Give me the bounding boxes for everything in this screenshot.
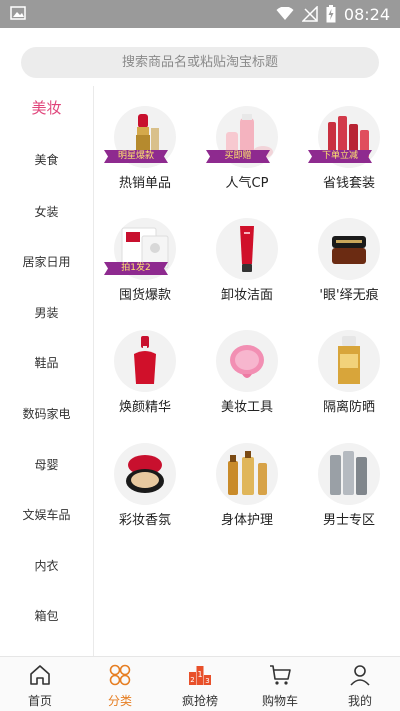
sidebar-item-food[interactable]: 美食 (0, 151, 93, 168)
category-popular-cp[interactable]: 买即赠 人气CP (196, 86, 298, 196)
category-mens-zone[interactable]: 男士专区 (298, 423, 400, 533)
category-serum[interactable]: 焕颜精华 (94, 310, 196, 420)
category-label: 人气CP (225, 176, 269, 191)
nav-label: 我的 (347, 694, 372, 708)
nav-home[interactable]: 首页 (0, 657, 80, 711)
wifi-icon (276, 7, 294, 20)
search-box[interactable] (21, 47, 379, 78)
eye-cream-jar-icon (318, 218, 380, 280)
category-label: 卸妆洁面 (220, 288, 273, 303)
sidebar-item-entertainment-auto[interactable]: 文娱车品 (0, 506, 93, 523)
sidebar-item-underwear[interactable]: 内衣 (0, 557, 93, 574)
svg-text:2: 2 (190, 676, 194, 684)
category-label: 隔离防晒 (322, 400, 375, 415)
no-signal-icon (301, 6, 318, 22)
ribbon-text: 下单立减 (321, 151, 358, 161)
mens-bottles-icon (318, 443, 380, 505)
category-label: 美妆工具 (220, 400, 273, 415)
nav-label: 购物车 (261, 694, 298, 708)
category-grid: 明星爆款 热销单品 买即赠 人气CP 下单立减 省钱套装 拍1发2 囤货爆款 卸… (94, 86, 400, 656)
category-cosmetics-fragrance[interactable]: 彩妆香氛 (94, 423, 196, 533)
cleanser-tube-icon (216, 218, 278, 280)
cleansing-brush-icon (216, 330, 278, 392)
nav-label: 分类 (107, 694, 132, 708)
sidebar-item-baby[interactable]: 母婴 (0, 456, 93, 473)
nav-label: 首页 (27, 694, 52, 708)
category-body-care[interactable]: 身体护理 (196, 423, 298, 533)
category-icon (109, 664, 131, 686)
ribbon-text: 买即赠 (224, 151, 252, 161)
nav-ranking[interactable]: 2 1 3 疯抢榜 (160, 657, 240, 711)
sidebar-item-womens-clothing[interactable]: 女装 (0, 203, 93, 220)
category-cleansing[interactable]: 卸妆洁面 (196, 198, 298, 308)
category-label: 囤货爆款 (118, 288, 171, 303)
category-label: 男士专区 (322, 513, 375, 528)
category-label: 省钱套装 (322, 176, 375, 191)
category-label: 热销单品 (118, 176, 171, 191)
category-label: 彩妆香氛 (118, 513, 171, 528)
category-hot-items[interactable]: 明星爆款 热销单品 (94, 86, 196, 196)
ranking-icon: 2 1 3 (189, 666, 211, 685)
nav-profile[interactable]: 我的 (320, 657, 400, 711)
battery-charging-icon (326, 5, 336, 23)
category-label: 身体护理 (220, 513, 273, 528)
category-eye-care[interactable]: '眼'绎无痕 (298, 198, 400, 308)
category-sunscreen[interactable]: 隔离防晒 (298, 310, 400, 420)
ribbon-text: 拍1发2 (121, 263, 151, 273)
sidebar-item-bags[interactable]: 箱包 (0, 607, 93, 624)
sunscreen-bottle-icon (318, 330, 380, 392)
sidebar-item-electronics[interactable]: 数码家电 (0, 405, 93, 422)
serum-bottle-icon (114, 330, 176, 392)
bottom-nav: 首页 分类 2 1 3 疯抢榜 购物车 我的 (0, 656, 400, 711)
svg-text:1: 1 (197, 670, 202, 679)
sidebar-item-mens-clothing[interactable]: 男装 (0, 304, 93, 321)
nav-category[interactable]: 分类 (80, 657, 160, 711)
status-time: 08:24 (343, 4, 390, 24)
nav-label: 疯抢榜 (181, 694, 218, 708)
profile-icon (350, 665, 370, 686)
home-icon (30, 665, 50, 685)
search-input[interactable] (21, 47, 379, 78)
category-label: '眼'绎无痕 (319, 288, 379, 303)
category-value-sets[interactable]: 下单立减 省钱套装 (298, 86, 400, 196)
sidebar-item-shoes[interactable]: 鞋品 (0, 354, 93, 371)
sidebar-item-household[interactable]: 居家日用 (0, 253, 93, 270)
category-sidebar: 美妆 美食 女装 居家日用 男装 鞋品 数码家电 母婴 文娱车品 内衣 箱包 (0, 86, 93, 656)
body-oil-bottles-icon (216, 443, 278, 505)
cart-icon (270, 665, 291, 685)
status-bar: 08:24 (0, 0, 400, 28)
category-label: 焕颜精华 (118, 400, 171, 415)
ribbon-text: 明星爆款 (117, 151, 154, 161)
sidebar-item-makeup[interactable]: 美妆 (0, 97, 93, 118)
cushion-compact-icon (114, 443, 176, 505)
nav-cart[interactable]: 购物车 (240, 657, 320, 711)
image-notification-icon (10, 6, 26, 20)
svg-text:3: 3 (205, 677, 209, 685)
search-bar (0, 28, 400, 86)
category-beauty-tools[interactable]: 美妆工具 (196, 310, 298, 420)
category-stock-up[interactable]: 拍1发2 囤货爆款 (94, 198, 196, 308)
